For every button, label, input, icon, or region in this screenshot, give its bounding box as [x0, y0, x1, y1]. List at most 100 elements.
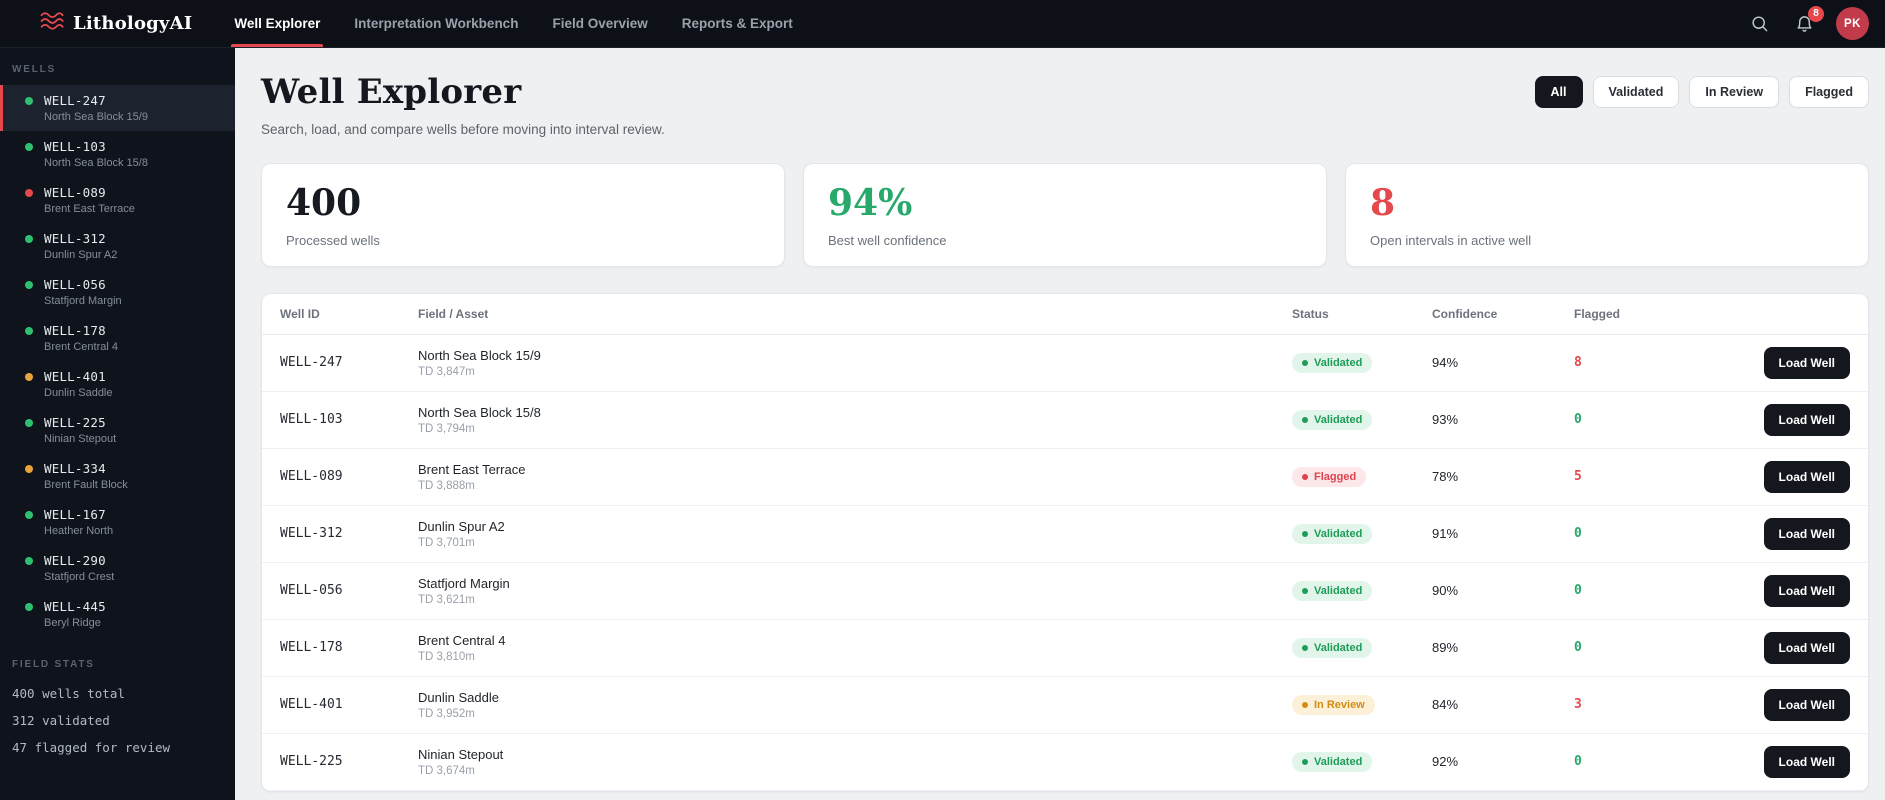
cell-status: Validated — [1292, 751, 1432, 772]
well-status-dot — [25, 465, 33, 473]
sidebar-well-item[interactable]: WELL-312 Dunlin Spur A2 — [0, 223, 235, 269]
well-meta: WELL-401 Dunlin Saddle — [44, 369, 113, 399]
status-filter-group: All Validated In Review Flagged — [1534, 76, 1869, 108]
well-meta: WELL-103 North Sea Block 15/8 — [44, 139, 148, 169]
cell-confidence: 91% — [1432, 526, 1459, 542]
nav-right-actions: 8 PK — [1746, 0, 1869, 47]
table-row: WELL-089 Brent East Terrace TD 3,888m Fl… — [262, 449, 1868, 506]
status-pill-label: Validated — [1314, 641, 1363, 654]
field-total-depth: TD 3,701m — [418, 536, 475, 549]
cell-status: Validated — [1292, 409, 1432, 430]
cell-field-asset: Dunlin Saddle TD 3,952m — [418, 690, 1292, 720]
status-pill-label: Validated — [1314, 755, 1363, 768]
well-field-name: Heather North — [44, 525, 114, 537]
well-id: WELL-167 — [44, 507, 106, 522]
status-pill-label: Validated — [1314, 413, 1363, 426]
load-well-button[interactable]: Load Well — [1763, 403, 1850, 436]
cell-confidence: 93% — [1432, 412, 1459, 428]
sidebar-well-item[interactable]: WELL-290 Statfjord Crest — [0, 545, 235, 591]
sidebar: WELLS WELL-247 North Sea Block 15/9 WELL… — [0, 48, 235, 800]
filter-button[interactable]: All — [1534, 76, 1583, 108]
cell-flagged-count: 0 — [1574, 412, 1582, 428]
load-well-button[interactable]: Load Well — [1763, 517, 1850, 550]
notifications-button[interactable]: 8 — [1791, 5, 1824, 38]
stat-card-label: Processed wells — [286, 232, 380, 248]
cell-well-id: WELL-247 — [280, 355, 343, 371]
app-root: LithologyAI Well Explorer Interpretation… — [0, 0, 1885, 800]
cell-field-asset: Ninian Stepout TD 3,674m — [418, 747, 1292, 777]
sidebar-well-item[interactable]: WELL-089 Brent East Terrace — [0, 177, 235, 223]
well-id: WELL-401 — [44, 369, 106, 384]
page-header-text: Well Explorer Search, load, and compare … — [261, 72, 665, 137]
nav-item-label: Interpretation Workbench — [354, 16, 519, 31]
cell-confidence: 90% — [1432, 583, 1459, 599]
sidebar-well-item[interactable]: WELL-167 Heather North — [0, 499, 235, 545]
status-pill-dot — [1302, 587, 1308, 594]
field-total-depth: TD 3,810m — [418, 650, 475, 663]
stat-card: 8 Open intervals in active well — [1345, 163, 1869, 267]
cell-flagged-count: 5 — [1574, 469, 1582, 485]
sidebar-well-item[interactable]: WELL-225 Ninian Stepout — [0, 407, 235, 453]
wells-section-label: WELLS — [12, 64, 56, 75]
status-pill: Validated — [1292, 580, 1373, 601]
cell-action: Load Well — [1754, 631, 1850, 664]
nav-item[interactable]: Well Explorer — [231, 0, 324, 47]
status-pill-label: Flagged — [1314, 470, 1357, 483]
field-total-depth: TD 3,847m — [418, 365, 475, 378]
cell-status: Validated — [1292, 580, 1432, 601]
wells-table: Well ID Field / Asset Status Confidence … — [261, 292, 1869, 792]
field-stat-line: 312 validated — [12, 713, 110, 728]
load-well-button[interactable]: Load Well — [1763, 574, 1850, 607]
well-field-name: Brent Fault Block — [44, 479, 128, 491]
well-field-name: Beryl Ridge — [44, 617, 101, 629]
load-well-button[interactable]: Load Well — [1763, 460, 1850, 493]
well-meta: WELL-290 Statfjord Crest — [44, 553, 114, 583]
field-asset-name: North Sea Block 15/9 — [418, 347, 541, 363]
cell-action: Load Well — [1754, 403, 1850, 436]
well-id: WELL-225 — [44, 415, 106, 430]
well-status-dot — [25, 143, 33, 151]
stat-card-label: Open intervals in active well — [1370, 232, 1532, 248]
sidebar-well-item[interactable]: WELL-103 North Sea Block 15/8 — [0, 131, 235, 177]
field-total-depth: TD 3,794m — [418, 422, 475, 435]
sidebar-well-item[interactable]: WELL-056 Statfjord Margin — [0, 269, 235, 315]
load-well-button[interactable]: Load Well — [1763, 745, 1850, 778]
sidebar-well-item[interactable]: WELL-445 Beryl Ridge — [0, 591, 235, 637]
stat-card-value: 8 — [1370, 182, 1396, 224]
well-field-name: Brent East Terrace — [44, 203, 135, 215]
brand[interactable]: LithologyAI — [40, 0, 192, 47]
filter-button[interactable]: Validated — [1592, 76, 1680, 108]
load-well-button[interactable]: Load Well — [1763, 631, 1850, 664]
cell-flagged-count: 8 — [1574, 355, 1582, 371]
sidebar-well-item[interactable]: WELL-178 Brent Central 4 — [0, 315, 235, 361]
filter-button[interactable]: In Review — [1689, 76, 1780, 108]
nav-item[interactable]: Field Overview — [552, 0, 647, 47]
well-id: WELL-178 — [44, 323, 106, 338]
load-well-button[interactable]: Load Well — [1763, 346, 1850, 379]
page-title: Well Explorer — [261, 72, 522, 112]
status-pill: Validated — [1292, 637, 1373, 658]
well-meta: WELL-445 Beryl Ridge — [44, 599, 106, 629]
user-avatar[interactable]: PK — [1836, 7, 1869, 40]
nav-item[interactable]: Reports & Export — [682, 0, 793, 47]
waves-logo-icon — [40, 11, 64, 36]
sidebar-well-list: WELL-247 North Sea Block 15/9 WELL-103 N… — [0, 85, 235, 637]
field-total-depth: TD 3,674m — [418, 764, 475, 777]
sidebar-well-item[interactable]: WELL-334 Brent Fault Block — [0, 453, 235, 499]
status-pill-label: Validated — [1314, 584, 1363, 597]
cell-well-id: WELL-089 — [280, 469, 343, 485]
cell-confidence: 78% — [1432, 469, 1459, 485]
search-button[interactable] — [1746, 10, 1773, 37]
column-header-well-id: Well ID — [280, 306, 320, 321]
load-well-button[interactable]: Load Well — [1763, 688, 1850, 721]
well-meta: WELL-312 Dunlin Spur A2 — [44, 231, 117, 261]
field-asset-name: Dunlin Spur A2 — [418, 518, 505, 534]
field-asset-name: Brent Central 4 — [418, 632, 506, 648]
cell-field-asset: Brent Central 4 TD 3,810m — [418, 633, 1292, 663]
sidebar-well-item[interactable]: WELL-401 Dunlin Saddle — [0, 361, 235, 407]
nav-item[interactable]: Interpretation Workbench — [354, 0, 518, 47]
filter-button[interactable]: Flagged — [1789, 76, 1869, 108]
sidebar-well-item[interactable]: WELL-247 North Sea Block 15/9 — [0, 85, 235, 131]
well-meta: WELL-334 Brent Fault Block — [44, 461, 128, 491]
status-pill: Validated — [1292, 352, 1373, 373]
